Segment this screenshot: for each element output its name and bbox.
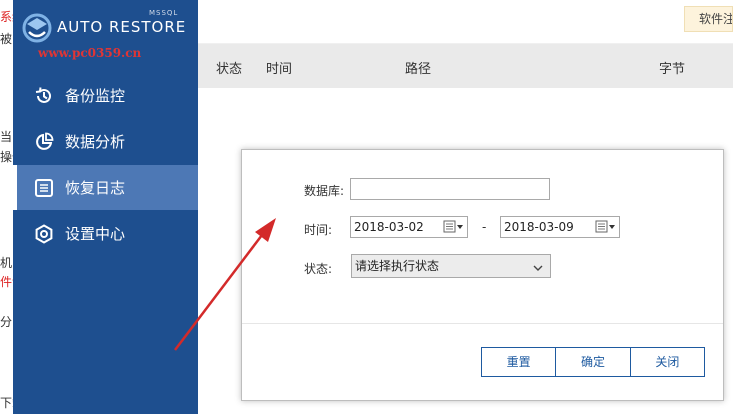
calendar-dropdown-icon[interactable] bbox=[443, 220, 465, 234]
status-select[interactable]: 请选择执行状态 bbox=[351, 254, 551, 278]
background-text: 分 bbox=[0, 315, 13, 329]
background-text: 当 bbox=[0, 130, 13, 144]
date-to-field[interactable]: 2018-03-09 bbox=[500, 216, 620, 238]
database-input[interactable] bbox=[350, 178, 550, 200]
dialog-divider bbox=[242, 323, 723, 324]
sidebar-item-label: 恢复日志 bbox=[65, 179, 126, 197]
background-text: 件读 bbox=[0, 275, 14, 289]
status-label: 状态: bbox=[303, 262, 332, 276]
background-text: 被 bbox=[0, 32, 13, 46]
logo-icon bbox=[22, 13, 52, 43]
background-text: 系统 bbox=[0, 10, 14, 24]
sidebar-item-label: 设置中心 bbox=[65, 225, 126, 243]
settings-icon bbox=[33, 223, 55, 245]
column-header-time: 时间 bbox=[266, 62, 293, 77]
column-header-path: 路径 bbox=[405, 62, 432, 77]
register-tag[interactable]: 软件注 bbox=[684, 6, 733, 32]
brand-title: AUTO RESTORE bbox=[57, 18, 187, 36]
dialog-button-group: 重置 确定 关闭 bbox=[481, 347, 705, 377]
sidebar-item-data-analysis[interactable]: 数据分析 bbox=[13, 119, 198, 164]
date-separator: - bbox=[482, 220, 487, 234]
date-to-value: 2018-03-09 bbox=[504, 220, 574, 234]
screen: 系统 被 当 操作 机 件读 分 下载 AUTO RESTORE MSSQL w… bbox=[0, 0, 733, 414]
sidebar: AUTO RESTORE MSSQL www.pc0359.cn 备份监控 数据… bbox=[13, 0, 198, 414]
logo: AUTO RESTORE MSSQL www.pc0359.cn bbox=[13, 0, 198, 60]
sidebar-item-restore-log[interactable]: 恢复日志 bbox=[13, 165, 198, 210]
database-label: 数据库: bbox=[303, 184, 344, 198]
background-text: 操作 bbox=[0, 150, 14, 164]
column-header-status: 状态 bbox=[216, 62, 243, 77]
top-bar bbox=[198, 0, 733, 44]
column-header-bytes: 字节 bbox=[659, 62, 686, 77]
watermark: www.pc0359.cn bbox=[38, 46, 142, 60]
time-label: 时间: bbox=[303, 223, 332, 237]
sidebar-item-label: 备份监控 bbox=[65, 87, 126, 105]
calendar-dropdown-icon[interactable] bbox=[595, 220, 617, 234]
status-select-value: 请选择执行状态 bbox=[355, 259, 440, 273]
brand-subtitle: MSSQL bbox=[149, 9, 179, 17]
sidebar-item-label: 数据分析 bbox=[65, 133, 126, 151]
backup-history-icon bbox=[33, 85, 55, 107]
log-list-icon bbox=[33, 177, 55, 199]
date-from-field[interactable]: 2018-03-02 bbox=[350, 216, 468, 238]
confirm-button[interactable]: 确定 bbox=[556, 348, 631, 376]
reset-button[interactable]: 重置 bbox=[482, 348, 557, 376]
background-text: 下载 bbox=[0, 396, 14, 410]
close-button[interactable]: 关闭 bbox=[630, 348, 704, 376]
pie-chart-icon bbox=[33, 131, 55, 153]
table-header: 状态 时间 路径 字节 bbox=[198, 44, 733, 88]
chevron-down-icon bbox=[532, 259, 544, 281]
sidebar-item-settings[interactable]: 设置中心 bbox=[13, 211, 198, 256]
background-text: 机 bbox=[0, 256, 13, 270]
date-from-value: 2018-03-02 bbox=[354, 220, 424, 234]
filter-dialog: 数据库: 时间: 2018-03-02 - 2018-03-09 状态: 请选择… bbox=[241, 149, 724, 401]
sidebar-item-backup-monitor[interactable]: 备份监控 bbox=[13, 73, 198, 118]
